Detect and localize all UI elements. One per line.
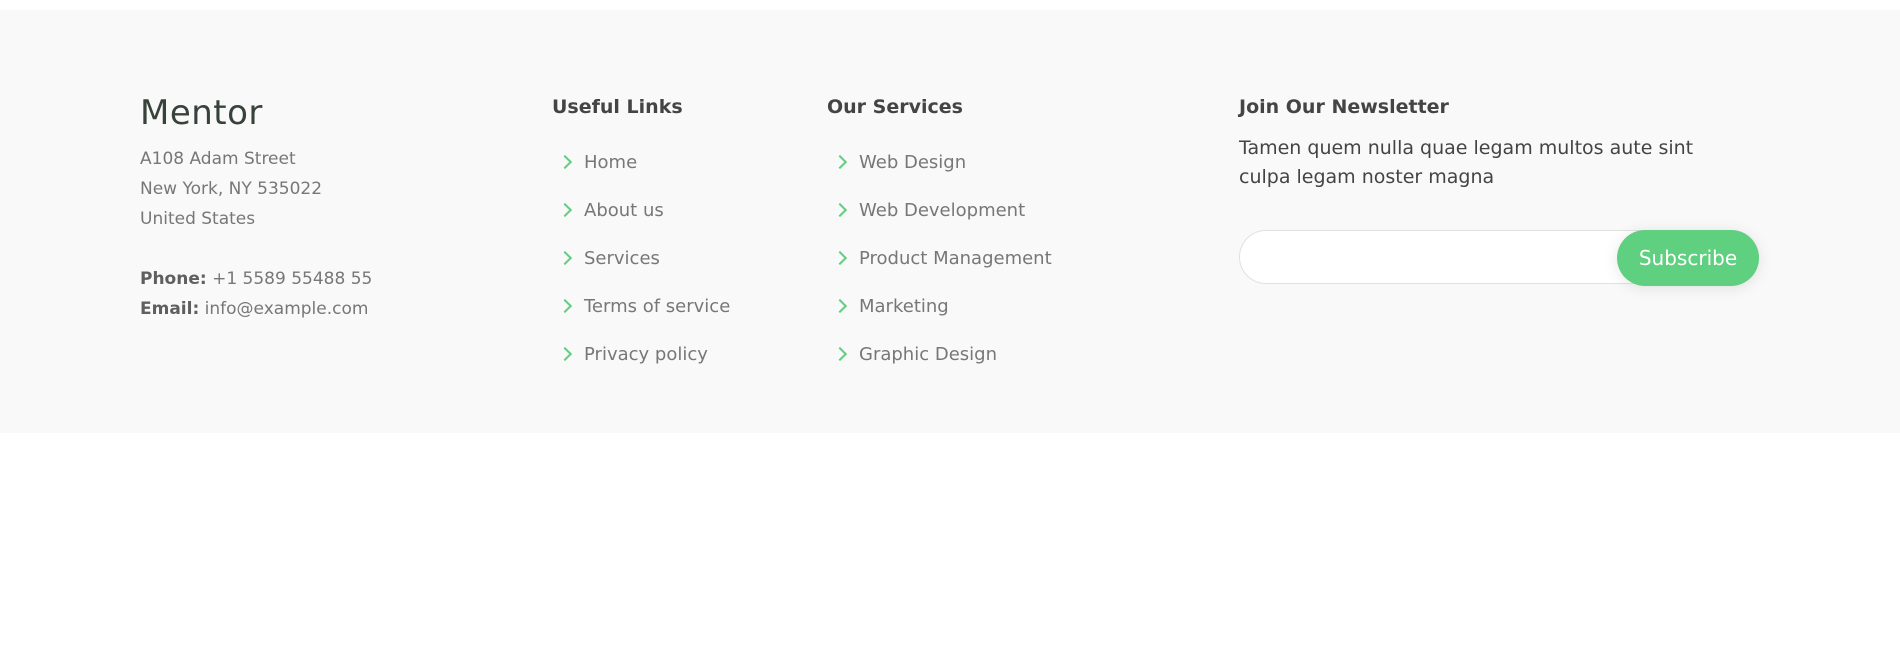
email-value: info@example.com: [204, 299, 369, 319]
newsletter-email-input[interactable]: [1260, 239, 1624, 277]
service-link-label[interactable]: Web Design: [859, 152, 966, 173]
useful-links-title: Useful Links: [552, 96, 683, 118]
services-list: Web Design Web Development Product Manag…: [827, 138, 1157, 378]
page: Mentor A108 Adam Street New York, NY 535…: [0, 0, 1900, 648]
service-link-label[interactable]: Web Development: [859, 200, 1025, 221]
service-link-web-design: Web Design: [827, 138, 1157, 186]
service-link-graphic-design: Graphic Design: [827, 330, 1157, 378]
chevron-right-icon: [832, 346, 848, 362]
footer-newsletter: Join Our Newsletter Tamen quem nulla qua…: [1239, 94, 1759, 286]
chevron-right-icon: [832, 154, 848, 170]
service-link-marketing: Marketing: [827, 282, 1157, 330]
chevron-right-icon: [557, 346, 573, 362]
newsletter-description: Tamen quem nulla quae legam multos aute …: [1239, 137, 1694, 188]
services-title: Our Services: [827, 96, 963, 118]
footer-services: Our Services Web Design Web Development …: [827, 94, 1157, 378]
address-line: A108 Adam Street: [140, 149, 296, 169]
useful-link-label[interactable]: About us: [584, 200, 664, 221]
subscribe-button[interactable]: Subscribe: [1617, 230, 1759, 286]
useful-link-label[interactable]: Home: [584, 152, 637, 173]
useful-link-terms: Terms of service: [552, 282, 802, 330]
footer-top: Mentor A108 Adam Street New York, NY 535…: [0, 10, 1900, 433]
email-line: Email: info@example.com: [140, 294, 500, 324]
chevron-right-icon: [557, 202, 573, 218]
useful-link-label[interactable]: Terms of service: [584, 296, 730, 317]
service-link-label[interactable]: Product Management: [859, 248, 1052, 269]
footer-contact-details: Phone: +1 5589 55488 55 Email: info@exam…: [140, 264, 500, 324]
chevron-right-icon: [557, 154, 573, 170]
useful-link-privacy: Privacy policy: [552, 330, 802, 378]
service-link-label[interactable]: Graphic Design: [859, 344, 997, 365]
useful-link-services: Services: [552, 234, 802, 282]
footer-contact: Mentor A108 Adam Street New York, NY 535…: [140, 92, 500, 324]
useful-link-about: About us: [552, 186, 802, 234]
address-line: United States: [140, 209, 256, 229]
address-line: New York, NY 535022: [140, 179, 323, 199]
phone-value: +1 5589 55488 55: [212, 269, 373, 289]
phone-line: Phone: +1 5589 55488 55: [140, 264, 500, 294]
phone-label: Phone:: [140, 269, 207, 289]
service-link-product-management: Product Management: [827, 234, 1157, 282]
newsletter-form: Subscribe: [1239, 230, 1759, 286]
footer-brand: Mentor: [140, 93, 263, 133]
service-link-label[interactable]: Marketing: [859, 296, 949, 317]
footer-useful-links: Useful Links Home About us Services Term…: [552, 94, 802, 378]
footer-address: A108 Adam Street New York, NY 535022 Uni…: [140, 144, 500, 234]
useful-link-label[interactable]: Services: [584, 248, 660, 269]
chevron-right-icon: [832, 298, 848, 314]
service-link-web-development: Web Development: [827, 186, 1157, 234]
chevron-right-icon: [557, 298, 573, 314]
useful-links-list: Home About us Services Terms of service …: [552, 138, 802, 378]
chevron-right-icon: [832, 202, 848, 218]
useful-link-home: Home: [552, 138, 802, 186]
newsletter-title: Join Our Newsletter: [1239, 96, 1449, 118]
useful-link-label[interactable]: Privacy policy: [584, 344, 708, 365]
email-label: Email:: [140, 299, 200, 319]
chevron-right-icon: [557, 250, 573, 266]
chevron-right-icon: [832, 250, 848, 266]
